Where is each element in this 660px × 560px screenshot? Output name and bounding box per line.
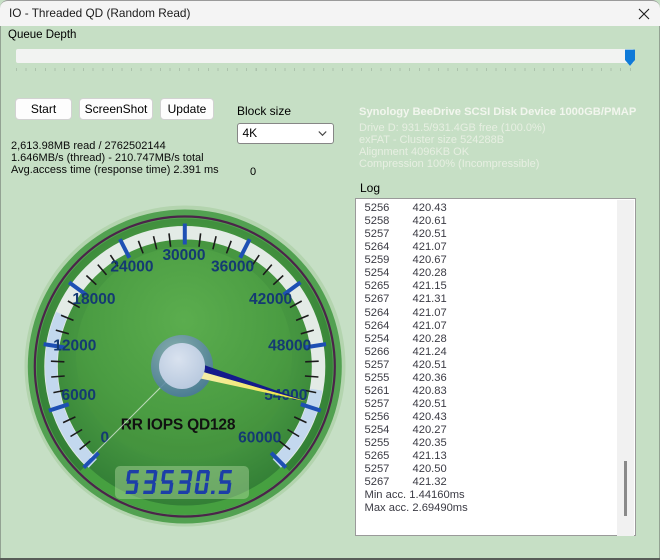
svg-text:42000: 42000 — [249, 291, 292, 308]
svg-text:30000: 30000 — [162, 247, 205, 264]
svg-text:6000: 6000 — [61, 387, 95, 404]
svg-text:60000: 60000 — [238, 430, 281, 447]
svg-text:24000: 24000 — [110, 259, 153, 276]
svg-text:RR IOPS QD128: RR IOPS QD128 — [121, 417, 236, 434]
svg-text:0: 0 — [100, 430, 109, 447]
svg-text:48000: 48000 — [268, 337, 311, 354]
svg-text:18000: 18000 — [72, 291, 115, 308]
svg-text:12000: 12000 — [53, 337, 96, 354]
svg-text:36000: 36000 — [211, 259, 254, 276]
